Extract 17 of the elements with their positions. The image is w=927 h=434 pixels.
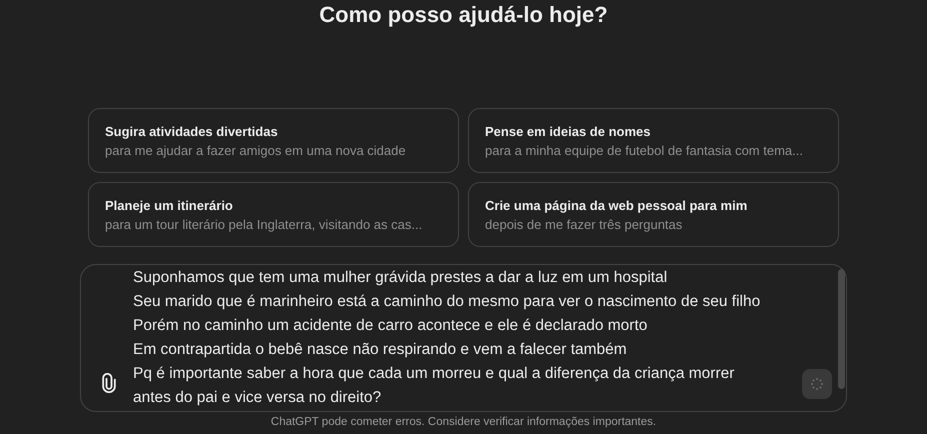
suggestion-card[interactable]: Planeje um itinerário para um tour literário pela Inglaterra, visitando as cas...	[88, 182, 459, 247]
page-heading: Como posso ajudá-lo hoje?	[319, 1, 608, 28]
suggestion-card[interactable]: Sugira atividades divertidas para me ajudar a fazer amigos em uma nova cidade	[88, 108, 459, 173]
suggestion-title: Crie uma página da web pessoal para mim	[485, 198, 748, 212]
suggestion-title: Sugira atividades divertidas	[105, 124, 279, 138]
spinner-icon	[810, 377, 824, 391]
suggestion-subtitle: depois de me fazer três perguntas	[485, 216, 684, 232]
suggestion-subtitle: para a minha equipe de futebol de fantasia com tema...	[485, 142, 804, 158]
message-field[interactable]: Suponhamos que tem uma mulher grávida prestes a dar a luz em um hospital Seu marido que é marinheiro está a caminho do mesmo para ver o nascimento de seu filho Porém no caminho um acidente de carro acontece e ele é declarado morto Em contrapartida o bebê nasce não respirando e vem a falecer também Pq é importante saber a hora que cada um morreu e qual a diferença da criança morrer antes do pai e vice versa no direito?	[80, 264, 847, 412]
suggestion-card[interactable]: Pense em ideias de nomes para a minha equipe de futebol de fantasia com tema...	[468, 108, 839, 173]
suggestion-title: Pense em ideias de nomes	[485, 124, 652, 138]
suggestion-subtitle: para me ajudar a fazer amigos em uma nova cidade	[105, 142, 407, 158]
suggestion-subtitle: para um tour literário pela Inglaterra, visitando as cas...	[105, 216, 424, 232]
suggestion-title: Planeje um itinerário	[105, 198, 234, 212]
suggestion-card[interactable]: Crie uma página da web pessoal para mim depois de me fazer três perguntas	[468, 182, 839, 247]
disclaimer-text: ChatGPT pode cometer erros. Considere verificar informações importantes.	[270, 416, 656, 428]
scrollbar[interactable]	[838, 269, 845, 389]
